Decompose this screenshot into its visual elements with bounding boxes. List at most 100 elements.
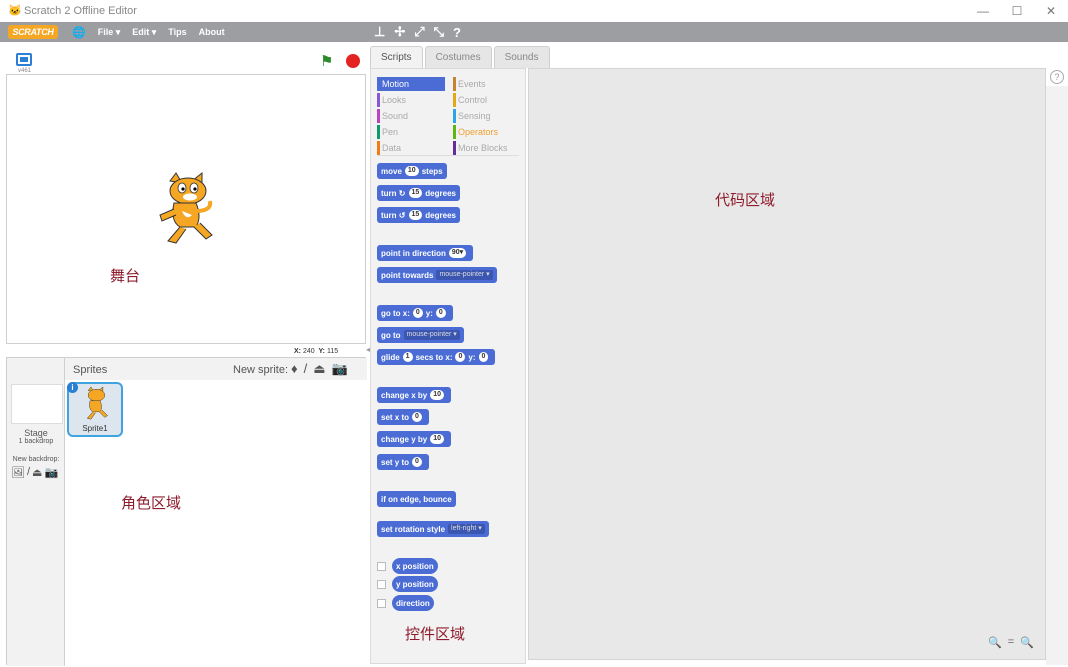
block-palette: Motion Looks Sound Pen Data Events Contr… [370, 68, 526, 664]
sprite-tile[interactable]: i Sprite1 [67, 382, 123, 437]
sprites-list: i Sprite1 角色区域 [65, 380, 367, 666]
category-motion[interactable]: Motion [377, 77, 445, 91]
category-more-blocks[interactable]: More Blocks [453, 141, 521, 155]
sprite-name: Sprite1 [82, 424, 108, 433]
help-block-icon[interactable]: ? [453, 25, 461, 40]
title-bar: 🐱 Scratch 2 Offline Editor — ☐ ✕ [0, 0, 1068, 22]
block-rotation-style[interactable]: set rotation style left-right ▾ [377, 521, 489, 537]
stage-annotation: 舞台 [110, 268, 141, 285]
reporter-y-position: y position [377, 576, 438, 592]
right-gutter [1046, 86, 1068, 665]
tab-sounds[interactable]: Sounds [493, 46, 550, 68]
maximize-button[interactable]: ☐ [1000, 0, 1034, 22]
block-change-x[interactable]: change x by 10 [377, 387, 452, 403]
block-direction[interactable]: direction [392, 595, 434, 611]
duplicate-stamp-icon[interactable]: ⊥ [374, 24, 385, 40]
menu-file[interactable]: File ▾ [98, 27, 121, 38]
backdrop-count: 1 backdrop [18, 438, 54, 445]
green-flag-icon[interactable]: ⚑ [320, 52, 333, 70]
zoom-in-icon[interactable]: 🔍 [1020, 636, 1034, 649]
mouse-coordinates: X: 240 Y: 115 [294, 348, 339, 355]
tab-scripts[interactable]: Scripts [370, 46, 423, 68]
zoom-reset-icon[interactable]: = [1008, 636, 1014, 649]
block-glide[interactable]: glide 1 secs to x: 0 y: 0 [377, 349, 496, 365]
close-button[interactable]: ✕ [1034, 0, 1068, 22]
sprites-annotation: 角色区域 [121, 495, 182, 512]
rotate-left-icon: ↺ [398, 210, 406, 220]
tab-costumes[interactable]: Costumes [424, 46, 492, 68]
editor-tabs: Scripts Costumes Sounds [370, 46, 552, 68]
menu-tips[interactable]: Tips [168, 27, 186, 37]
block-goto-xy[interactable]: go to x: 0 y: 0 [377, 305, 453, 321]
minimize-button[interactable]: — [966, 0, 1000, 22]
choose-sprite-icon[interactable]: ♦ [291, 361, 298, 377]
block-goto[interactable]: go to mouse-pointer ▾ [377, 327, 464, 343]
category-looks[interactable]: Looks [377, 93, 445, 107]
shrink-icon[interactable]: ⤡ [434, 24, 444, 40]
block-point-towards[interactable]: point towards mouse-pointer ▾ [377, 267, 497, 283]
sprites-pane: Stage 1 backdrop New backdrop: 🖼 / ⏏ 📷 S… [6, 357, 367, 666]
block-set-x[interactable]: set x to 0 [377, 409, 429, 425]
paint-sprite-icon[interactable]: / [304, 361, 308, 377]
grow-icon[interactable]: ⤢ [414, 24, 424, 40]
block-change-y[interactable]: change y by 10 [377, 431, 452, 447]
sprites-title: Sprites [73, 364, 108, 376]
menu-edit[interactable]: Edit ▾ [132, 27, 156, 38]
y-position-checkbox[interactable] [377, 579, 386, 589]
stage-canvas[interactable]: 舞台 [6, 74, 366, 344]
globe-icon[interactable]: 🌐 [72, 26, 86, 39]
block-move[interactable]: move 10 steps [377, 163, 447, 179]
block-y-position[interactable]: y position [392, 576, 438, 592]
block-set-y[interactable]: set y to 0 [377, 454, 429, 470]
scratch-logo[interactable]: SCRATCH [8, 25, 58, 39]
category-sensing[interactable]: Sensing [453, 109, 521, 123]
category-list: Motion Looks Sound Pen Data Events Contr… [377, 73, 523, 155]
sprite-thumbnail-cat-icon [86, 386, 108, 420]
sprites-header: Sprites New sprite: ♦ / ⏏ 📷 [65, 358, 367, 380]
category-events[interactable]: Events [453, 77, 521, 91]
palette-annotation: 控件区域 [405, 626, 466, 643]
camera-backdrop-icon[interactable]: 📷 [44, 466, 58, 479]
presentation-mode-icon[interactable] [16, 53, 32, 66]
sprite-tools: ⊥ ✢ ⤢ ⤡ ? [374, 22, 470, 42]
stop-icon[interactable] [346, 54, 360, 68]
upload-backdrop-icon[interactable]: ⏏ [32, 466, 42, 479]
category-pen[interactable]: Pen [377, 125, 445, 139]
category-divider [377, 155, 519, 156]
block-bounce[interactable]: if on edge, bounce [377, 491, 456, 507]
sprite-cat-icon[interactable] [152, 171, 222, 249]
block-turn-left[interactable]: turn ↺ 15 degrees [377, 207, 460, 223]
new-backdrop-label: New backdrop: [12, 456, 60, 463]
window-title: Scratch 2 Offline Editor [24, 5, 137, 17]
paint-backdrop-icon[interactable]: 🖼 [11, 466, 25, 479]
reporter-direction: direction [377, 595, 434, 611]
block-point-direction[interactable]: point in direction 90▾ [377, 245, 474, 261]
new-sprite-label: New sprite: [233, 364, 289, 376]
script-annotation: 代码区域 [715, 192, 776, 209]
script-area[interactable]: 代码区域 [528, 68, 1046, 660]
delete-scissors-icon[interactable]: ✢ [394, 24, 405, 40]
menu-about[interactable]: About [199, 27, 225, 37]
category-data[interactable]: Data [377, 141, 445, 155]
stage-header: v461 ⚑ [6, 46, 366, 74]
block-turn-right[interactable]: turn ↻ 15 degrees [377, 185, 460, 201]
category-sound[interactable]: Sound [377, 109, 445, 123]
help-icon[interactable]: ? [1050, 70, 1064, 84]
category-control[interactable]: Control [453, 93, 521, 107]
direction-checkbox[interactable] [377, 598, 386, 608]
x-position-checkbox[interactable] [377, 561, 386, 571]
info-icon[interactable]: i [67, 382, 78, 393]
rotate-right-icon: ↻ [398, 188, 406, 198]
stage-column: Stage 1 backdrop New backdrop: 🖼 / ⏏ 📷 [7, 358, 65, 666]
draw-backdrop-icon[interactable]: / [27, 466, 30, 479]
zoom-out-icon[interactable]: 🔍 [988, 636, 1002, 649]
camera-sprite-icon[interactable]: 📷 [332, 361, 348, 377]
category-operators[interactable]: Operators [453, 125, 521, 139]
menu-bar: SCRATCH 🌐 File ▾ Edit ▾ Tips About ⊥ ✢ ⤢… [0, 22, 1068, 42]
stage-thumbnail[interactable] [11, 384, 63, 424]
stage-name: Stage [24, 428, 48, 438]
block-x-position[interactable]: x position [392, 558, 438, 574]
scratch-cat-icon: 🐱 [8, 5, 22, 17]
reporter-x-position: x position [377, 558, 438, 574]
upload-sprite-icon[interactable]: ⏏ [313, 361, 325, 377]
